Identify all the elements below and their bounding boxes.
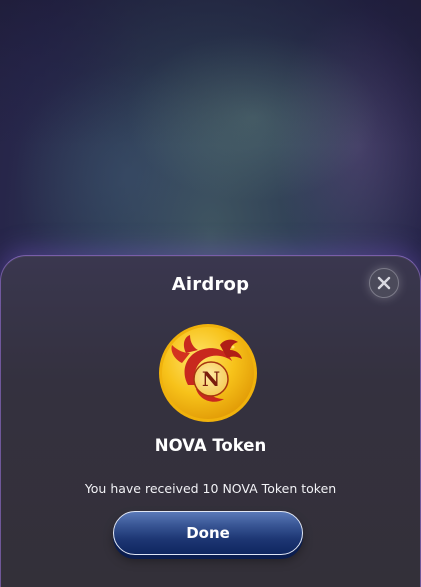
token-name: NOVA Token bbox=[154, 436, 267, 455]
done-button[interactable]: Done bbox=[113, 511, 303, 555]
nova-token-logo: N bbox=[159, 324, 257, 422]
close-icon bbox=[377, 276, 391, 290]
airdrop-message: You have received 10 NOVA Token token bbox=[84, 481, 337, 496]
token-logo-letter: N bbox=[202, 367, 220, 391]
screen: Airdrop N NOVA Token You have received 1… bbox=[0, 0, 421, 587]
dialog-title: Airdrop bbox=[171, 274, 250, 295]
close-button[interactable] bbox=[369, 268, 399, 298]
